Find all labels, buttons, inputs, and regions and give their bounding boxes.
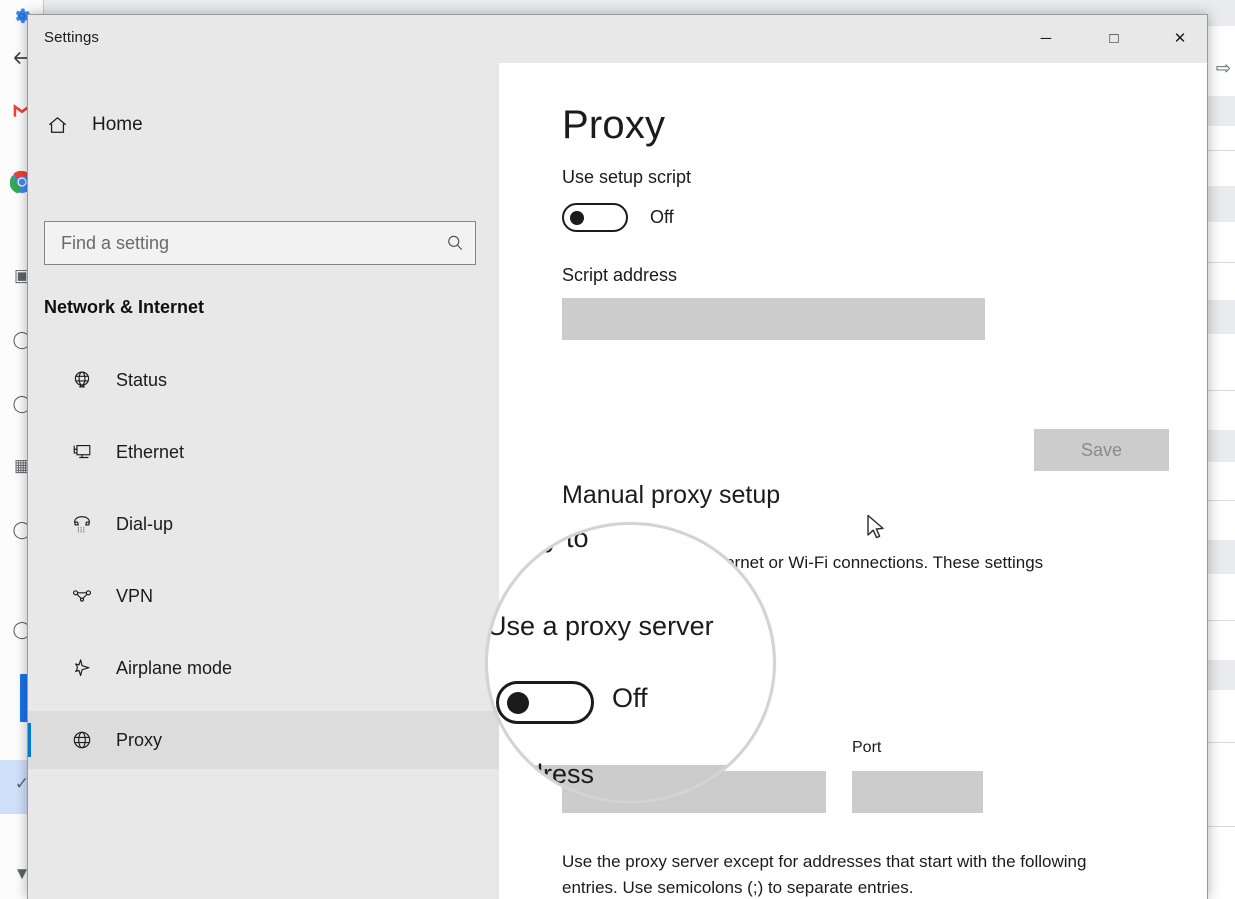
sidebar-item-label: Airplane mode xyxy=(116,657,233,678)
exceptions-description-line1: Use the proxy server except for addresse… xyxy=(562,852,1087,871)
sidebar-item-label: Ethernet xyxy=(116,441,185,462)
port-input[interactable] xyxy=(852,771,983,813)
sidebar-item-airplane-mode[interactable]: Airplane mode xyxy=(28,639,499,697)
save-button[interactable]: Save xyxy=(1034,429,1169,471)
script-address-input[interactable] xyxy=(562,298,985,340)
magnified-use-proxy-server-toggle[interactable] xyxy=(496,681,594,724)
magnified-use-a-proxy-server-label: Use a proxy server xyxy=(487,611,714,641)
search-input[interactable] xyxy=(45,232,435,254)
sidebar-group-title: Network & Internet xyxy=(44,297,205,317)
home-icon xyxy=(44,114,70,137)
sidebar-home-label: Home xyxy=(92,114,143,135)
use-setup-script-toggle-row: Off xyxy=(562,203,674,232)
phone-icon xyxy=(68,513,96,535)
exceptions-description-line2: entries. Use semicolons (;) to separate … xyxy=(562,878,914,897)
use-setup-script-state: Off xyxy=(650,207,674,227)
sidebar-item-status[interactable]: Status xyxy=(28,351,499,409)
settings-sidebar: Home Network & Internet xyxy=(28,63,499,899)
window-title: Settings xyxy=(44,29,99,46)
magnified-toggle-state: Off xyxy=(612,683,648,713)
sidebar-item-home[interactable]: Home xyxy=(44,105,157,145)
use-setup-script-toggle[interactable] xyxy=(562,203,628,232)
globe-icon xyxy=(68,369,96,391)
sidebar-item-label: Dial-up xyxy=(116,513,174,534)
use-setup-script-label: Use setup script xyxy=(562,167,692,187)
sidebar-item-vpn[interactable]: VPN xyxy=(28,567,499,625)
forward-arrow-icon[interactable]: ⇨ xyxy=(1216,58,1231,79)
sidebar-item-label: VPN xyxy=(116,585,154,606)
close-button[interactable]: ✕ xyxy=(1157,15,1203,61)
search-icon[interactable] xyxy=(435,233,475,253)
sidebar-item-dial-up[interactable]: Dial-up xyxy=(28,495,499,553)
magnified-apply-to-text: apply to xyxy=(494,523,589,553)
sidebar-item-ethernet[interactable]: Ethernet xyxy=(28,423,499,481)
selection-indicator xyxy=(28,723,31,757)
vpn-icon xyxy=(68,585,96,607)
magnified-address-fragment: dress xyxy=(528,759,595,789)
airplane-icon xyxy=(68,657,96,679)
sidebar-item-label: Proxy xyxy=(116,729,163,750)
maximize-button[interactable]: □ xyxy=(1091,15,1137,61)
toggle-knob xyxy=(570,210,584,225)
port-label: Port xyxy=(852,739,882,756)
globe-icon xyxy=(68,729,96,751)
minimize-button[interactable]: ─ xyxy=(1023,15,1069,61)
title-bar[interactable]: Settings ─ □ ✕ xyxy=(28,15,1207,63)
ethernet-icon xyxy=(68,441,96,463)
toggle-knob xyxy=(507,691,529,714)
magnifier-lens: apply to Use a proxy server Off dress xyxy=(485,522,776,804)
search-box[interactable] xyxy=(44,221,476,265)
sidebar-item-proxy[interactable]: Proxy xyxy=(28,711,499,769)
page-title: Proxy xyxy=(562,103,666,147)
magnifier-content: apply to Use a proxy server Off dress xyxy=(488,525,773,801)
script-address-label: Script address xyxy=(562,265,678,285)
sidebar-item-label: Status xyxy=(116,369,168,390)
manual-proxy-heading: Manual proxy setup xyxy=(562,481,781,509)
